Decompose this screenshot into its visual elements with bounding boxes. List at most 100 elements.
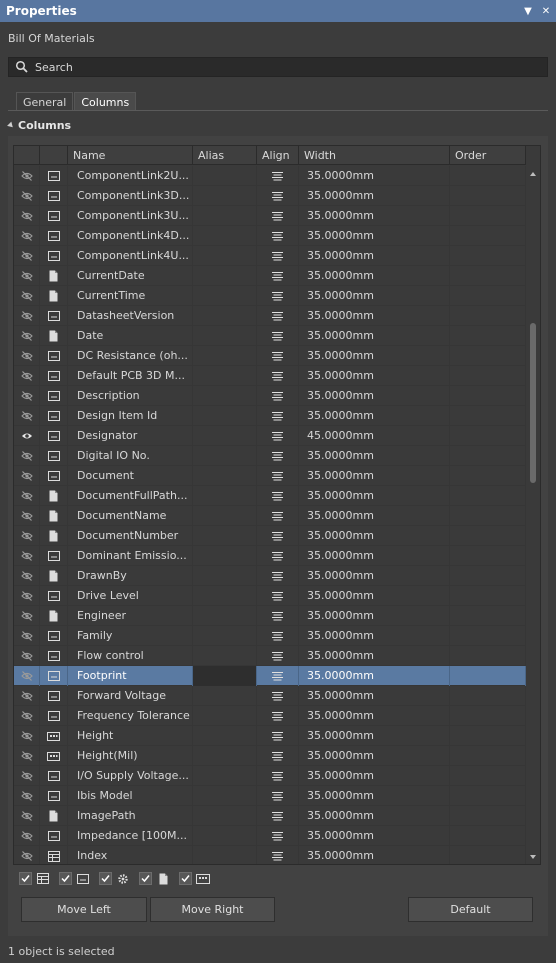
column-order[interactable]: [450, 586, 526, 606]
table-row[interactable]: Design Item Id 35.0000mm: [14, 406, 526, 426]
eye-hidden-icon[interactable]: [14, 726, 40, 746]
search-box[interactable]: [8, 57, 548, 77]
header-align[interactable]: Align: [257, 146, 299, 165]
column-order[interactable]: [450, 766, 526, 786]
align-center-icon[interactable]: [257, 506, 299, 526]
column-alias[interactable]: [193, 166, 257, 186]
column-alias[interactable]: [193, 486, 257, 506]
tab-columns[interactable]: Columns: [74, 92, 137, 111]
eye-hidden-icon[interactable]: [14, 706, 40, 726]
parameter-source-checkbox[interactable]: [59, 872, 72, 885]
eye-icon[interactable]: [14, 426, 40, 446]
column-alias[interactable]: [193, 646, 257, 666]
column-order[interactable]: [450, 806, 526, 826]
align-center-icon[interactable]: [257, 206, 299, 226]
eye-hidden-icon[interactable]: [14, 546, 40, 566]
table-source-checkbox[interactable]: [19, 872, 32, 885]
align-center-icon[interactable]: [257, 306, 299, 326]
close-icon[interactable]: ✕: [538, 0, 554, 22]
align-center-icon[interactable]: [257, 646, 299, 666]
eye-hidden-icon[interactable]: [14, 326, 40, 346]
header-alias[interactable]: Alias: [193, 146, 257, 165]
column-width[interactable]: 35.0000mm: [299, 546, 450, 566]
table-row[interactable]: Forward Voltage 35.0000mm: [14, 686, 526, 706]
align-center-icon[interactable]: [257, 706, 299, 726]
column-width[interactable]: 35.0000mm: [299, 566, 450, 586]
column-alias[interactable]: [193, 446, 257, 466]
eye-hidden-icon[interactable]: [14, 646, 40, 666]
column-width[interactable]: 35.0000mm: [299, 746, 450, 766]
table-row[interactable]: Designator 45.0000mm: [14, 426, 526, 446]
eye-hidden-icon[interactable]: [14, 566, 40, 586]
default-button[interactable]: Default: [408, 897, 533, 922]
table-row[interactable]: Impedance [100M... 35.0000mm: [14, 826, 526, 846]
column-order[interactable]: [450, 166, 526, 186]
align-center-icon[interactable]: [257, 766, 299, 786]
column-alias[interactable]: [193, 566, 257, 586]
align-center-icon[interactable]: [257, 686, 299, 706]
column-width[interactable]: 35.0000mm: [299, 406, 450, 426]
pin-dropdown-icon[interactable]: ▼: [520, 0, 536, 22]
column-order[interactable]: [450, 386, 526, 406]
column-width[interactable]: 35.0000mm: [299, 206, 450, 226]
column-width[interactable]: 35.0000mm: [299, 646, 450, 666]
column-order[interactable]: [450, 306, 526, 326]
table-row[interactable]: ComponentLink4U... 35.0000mm: [14, 246, 526, 266]
column-alias[interactable]: [193, 786, 257, 806]
column-order[interactable]: [450, 526, 526, 546]
eye-hidden-icon[interactable]: [14, 686, 40, 706]
header-type[interactable]: [40, 146, 68, 165]
align-center-icon[interactable]: [257, 726, 299, 746]
column-width[interactable]: 35.0000mm: [299, 786, 450, 806]
column-alias[interactable]: [193, 346, 257, 366]
align-center-icon[interactable]: [257, 466, 299, 486]
align-center-icon[interactable]: [257, 266, 299, 286]
table-row[interactable]: CurrentDate 35.0000mm: [14, 266, 526, 286]
align-center-icon[interactable]: [257, 826, 299, 846]
align-center-icon[interactable]: [257, 406, 299, 426]
column-width[interactable]: 35.0000mm: [299, 386, 450, 406]
align-center-icon[interactable]: [257, 246, 299, 266]
column-alias[interactable]: [193, 466, 257, 486]
column-width[interactable]: 35.0000mm: [299, 846, 450, 864]
column-alias[interactable]: [193, 246, 257, 266]
table-row[interactable]: DC Resistance (oh... 35.0000mm: [14, 346, 526, 366]
column-width[interactable]: 35.0000mm: [299, 366, 450, 386]
column-order[interactable]: [450, 366, 526, 386]
column-alias[interactable]: [193, 226, 257, 246]
column-order[interactable]: [450, 486, 526, 506]
document-source-checkbox[interactable]: [139, 872, 152, 885]
column-order[interactable]: [450, 506, 526, 526]
column-width[interactable]: 35.0000mm: [299, 226, 450, 246]
column-order[interactable]: [450, 826, 526, 846]
eye-hidden-icon[interactable]: [14, 626, 40, 646]
column-alias[interactable]: [193, 406, 257, 426]
column-alias[interactable]: [193, 686, 257, 706]
table-row[interactable]: DatasheetVersion 35.0000mm: [14, 306, 526, 326]
eye-hidden-icon[interactable]: [14, 606, 40, 626]
column-order[interactable]: [450, 406, 526, 426]
column-order[interactable]: [450, 546, 526, 566]
column-width[interactable]: 35.0000mm: [299, 466, 450, 486]
align-center-icon[interactable]: [257, 786, 299, 806]
align-center-icon[interactable]: [257, 746, 299, 766]
column-width[interactable]: 35.0000mm: [299, 826, 450, 846]
columns-section-header[interactable]: Columns: [7, 119, 71, 132]
table-row[interactable]: Height(Mil) 35.0000mm: [14, 746, 526, 766]
eye-hidden-icon[interactable]: [14, 246, 40, 266]
column-alias[interactable]: [193, 426, 257, 446]
column-alias[interactable]: [193, 626, 257, 646]
table-row[interactable]: ComponentLink2U... 35.0000mm: [14, 166, 526, 186]
eye-hidden-icon[interactable]: [14, 226, 40, 246]
table-row[interactable]: CurrentTime 35.0000mm: [14, 286, 526, 306]
column-width[interactable]: 45.0000mm: [299, 426, 450, 446]
table-row[interactable]: ComponentLink3D... 35.0000mm: [14, 186, 526, 206]
column-order[interactable]: [450, 706, 526, 726]
column-alias[interactable]: [193, 606, 257, 626]
column-alias[interactable]: [193, 366, 257, 386]
column-width[interactable]: 35.0000mm: [299, 186, 450, 206]
scroll-thumb[interactable]: [530, 323, 536, 483]
column-order[interactable]: [450, 746, 526, 766]
header-name[interactable]: Name: [68, 146, 193, 165]
align-center-icon[interactable]: [257, 606, 299, 626]
